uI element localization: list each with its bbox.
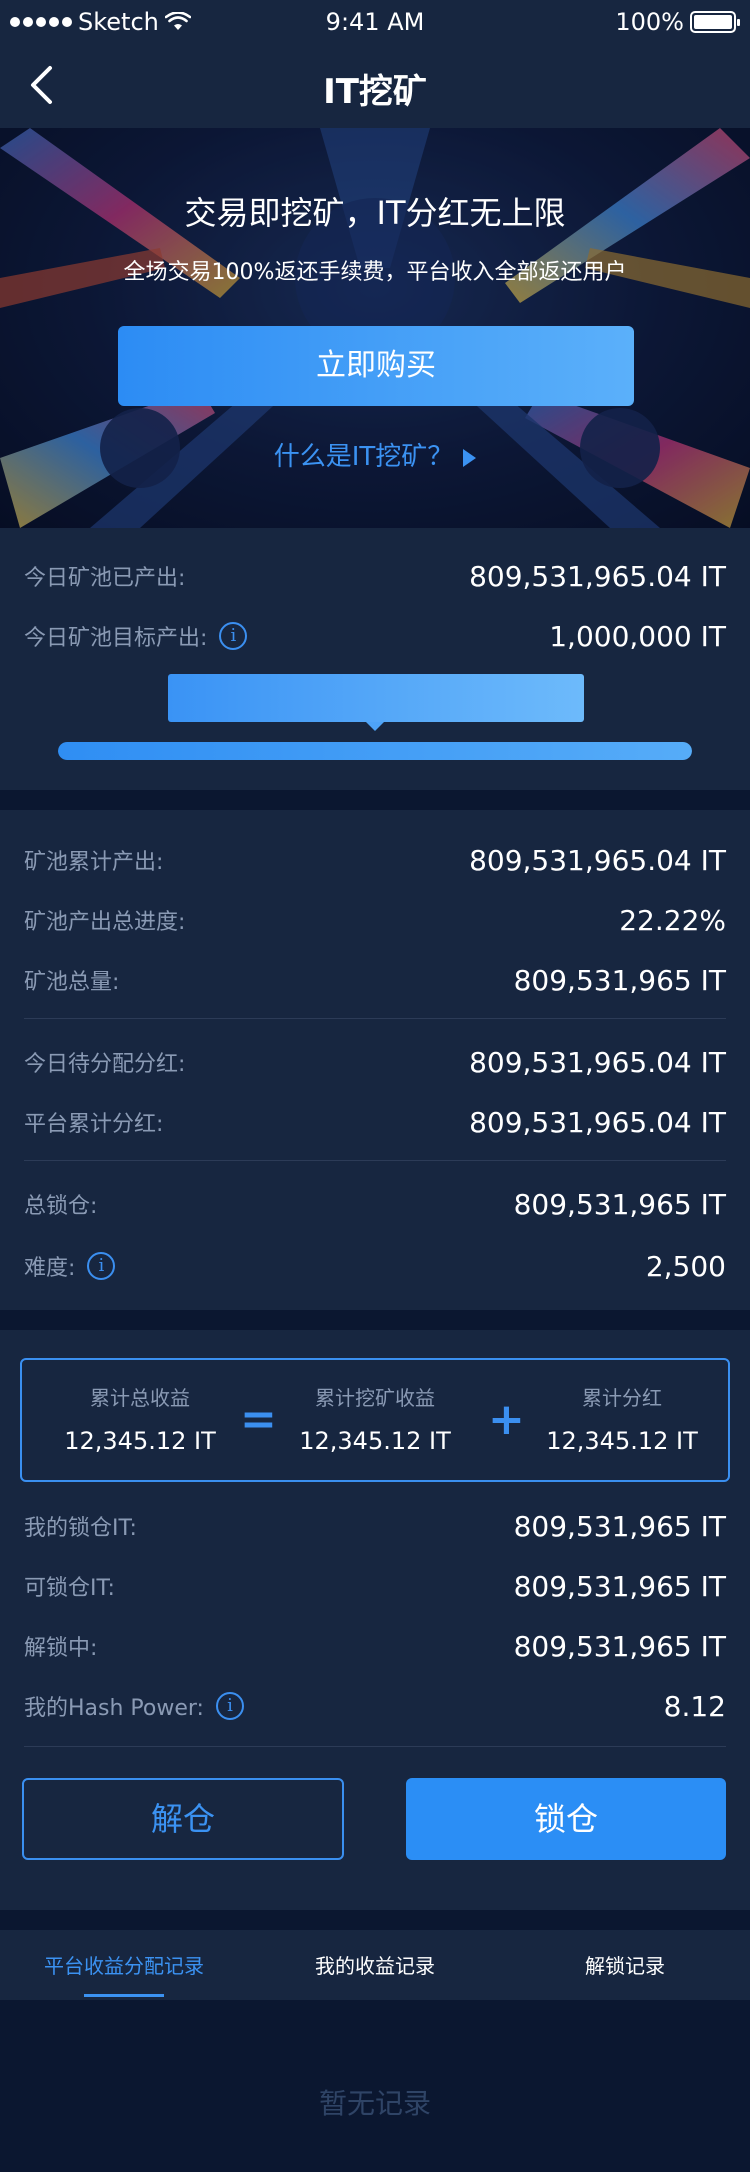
hero-banner: 交易即挖矿，IT分红无上限 全场交易100%返还手续费，平台收入全部返还用户 立… xyxy=(0,128,750,528)
status-bar: Sketch 9:41 AM 100% xyxy=(0,0,750,44)
hash-power-row: 我的Hash Power: i 8.12 xyxy=(24,1686,726,1726)
play-arrow-icon xyxy=(463,449,477,467)
today-target-label: 今日矿池目标产出: xyxy=(24,626,208,651)
pool-row: 矿池总量: 809,531,965 IT xyxy=(24,960,726,1000)
today-target-value: 1,000,000 IT xyxy=(549,619,726,653)
my-row-value: 809,531,965 IT xyxy=(513,1569,726,1603)
mining-earnings-label: 累计挖矿收益 xyxy=(315,1386,435,1410)
total-earnings: 累计总收益 12,345.12 IT xyxy=(30,1382,250,1455)
pool-row: 今日待分配分红: 809,531,965.04 IT xyxy=(24,1042,726,1082)
info-icon[interactable]: i xyxy=(87,1252,116,1280)
divider xyxy=(24,1746,726,1747)
difficulty-label: 难度: xyxy=(24,1256,76,1281)
hash-power-value: 8.12 xyxy=(663,1689,726,1723)
mining-earnings: 累计挖矿收益 12,345.12 IT xyxy=(265,1382,485,1455)
today-target-row: 今日矿池目标产出: i 1,000,000 IT xyxy=(24,616,726,656)
my-row: 可锁仓IT: 809,531,965 IT xyxy=(24,1566,726,1606)
pool-row-value: 22.22% xyxy=(619,903,726,937)
divider xyxy=(24,1160,726,1161)
my-row-label: 解锁中: xyxy=(24,1636,98,1661)
tab-my-earnings[interactable]: 我的收益记录 xyxy=(295,1950,455,1979)
today-target-label-group: 今日矿池目标产出: i xyxy=(24,620,248,652)
my-row-label: 我的锁仓IT: xyxy=(24,1516,137,1541)
pool-row-label: 矿池总量: xyxy=(24,970,120,995)
dividend-earnings-value: 12,345.12 IT xyxy=(546,1427,698,1455)
pool-row: 矿池产出总进度: 22.22% xyxy=(24,900,726,940)
pool-row-value: 809,531,965.04 IT xyxy=(469,1045,726,1079)
battery-group: 100% xyxy=(615,8,740,36)
empty-state-text: 暂无记录 xyxy=(318,2087,431,2120)
lock-button[interactable]: 锁仓 xyxy=(406,1778,726,1860)
hero-subtitle: 全场交易100%返还手续费，平台收入全部返还用户 xyxy=(123,260,627,285)
divider xyxy=(24,1018,726,1019)
pool-row-value: 809,531,965 IT xyxy=(513,963,726,997)
pool-row-value: 809,531,965.04 IT xyxy=(469,1105,726,1139)
difficulty-label-group: 难度: i xyxy=(24,1250,116,1282)
my-row-label: 可锁仓IT: xyxy=(24,1576,115,1601)
today-progress-fill xyxy=(58,742,692,760)
tab-unlock-records[interactable]: 解锁记录 xyxy=(545,1950,705,1979)
hash-power-label-group: 我的Hash Power: i xyxy=(24,1690,244,1722)
difficulty-row: 难度: i 2,500 xyxy=(24,1246,726,1286)
pool-row-value: 809,531,965 IT xyxy=(513,1187,726,1221)
pool-row-label: 平台累计分红: xyxy=(24,1112,164,1137)
progress-tooltip-arrow xyxy=(366,722,384,731)
pool-row-label: 矿池累计产出: xyxy=(24,850,164,875)
my-stats-panel: 累计总收益 12,345.12 IT = 累计挖矿收益 12,345.12 IT… xyxy=(0,1330,750,1910)
info-icon[interactable]: i xyxy=(215,1692,244,1720)
total-earnings-value: 12,345.12 IT xyxy=(64,1427,216,1455)
today-produced-label: 今日矿池已产出: xyxy=(24,566,186,591)
pool-row: 平台累计分红: 809,531,965.04 IT xyxy=(24,1102,726,1142)
pool-row: 总锁仓: 809,531,965 IT xyxy=(24,1184,726,1224)
dividend-earnings: 累计分红 12,345.12 IT xyxy=(512,1382,732,1455)
buy-now-button[interactable]: 立即购买 xyxy=(118,326,634,406)
pool-stats-panel: 矿池累计产出: 809,531,965.04 IT 矿池产出总进度: 22.22… xyxy=(0,810,750,1310)
records-tab-bar: 平台收益分配记录 我的收益记录 解锁记录 xyxy=(0,1930,750,2000)
today-pool-panel: 今日矿池已产出: 809,531,965.04 IT 今日矿池目标产出: i 1… xyxy=(0,528,750,790)
progress-tooltip xyxy=(168,674,584,722)
total-earnings-label: 累计总收益 xyxy=(90,1386,190,1410)
pool-row-label: 今日待分配分红: xyxy=(24,1052,186,1077)
my-row: 我的锁仓IT: 809,531,965 IT xyxy=(24,1506,726,1546)
today-progress-bar xyxy=(58,742,692,760)
difficulty-value: 2,500 xyxy=(645,1249,726,1283)
battery-percent: 100% xyxy=(615,8,684,36)
page-title: IT挖矿 xyxy=(323,72,427,112)
pool-row-label: 总锁仓: xyxy=(24,1194,98,1219)
unlock-button[interactable]: 解仓 xyxy=(22,1778,344,1860)
what-is-mining-label: 什么是IT挖矿？ xyxy=(273,442,454,472)
active-tab-indicator xyxy=(84,1994,164,1997)
today-produced-row: 今日矿池已产出: 809,531,965.04 IT xyxy=(24,556,726,596)
what-is-mining-link[interactable]: 什么是IT挖矿？ xyxy=(0,436,750,473)
pool-row: 矿池累计产出: 809,531,965.04 IT xyxy=(24,840,726,880)
hash-power-label: 我的Hash Power: xyxy=(24,1696,204,1721)
dividend-earnings-label: 累计分红 xyxy=(582,1386,662,1410)
today-produced-value: 809,531,965.04 IT xyxy=(469,559,726,593)
tab-platform-distribution[interactable]: 平台收益分配记录 xyxy=(44,1950,204,1979)
battery-icon xyxy=(690,11,740,33)
earnings-summary-box: 累计总收益 12,345.12 IT = 累计挖矿收益 12,345.12 IT… xyxy=(20,1358,730,1482)
pool-row-value: 809,531,965.04 IT xyxy=(469,843,726,877)
my-row-value: 809,531,965 IT xyxy=(513,1629,726,1663)
my-row-value: 809,531,965 IT xyxy=(513,1509,726,1543)
mining-earnings-value: 12,345.12 IT xyxy=(299,1427,451,1455)
info-icon[interactable]: i xyxy=(219,622,248,650)
pool-row-label: 矿池产出总进度: xyxy=(24,910,186,935)
my-row: 解锁中: 809,531,965 IT xyxy=(24,1626,726,1666)
hero-headline: 交易即挖矿，IT分红无上限 xyxy=(184,194,566,232)
nav-bar: IT挖矿 xyxy=(0,44,750,128)
